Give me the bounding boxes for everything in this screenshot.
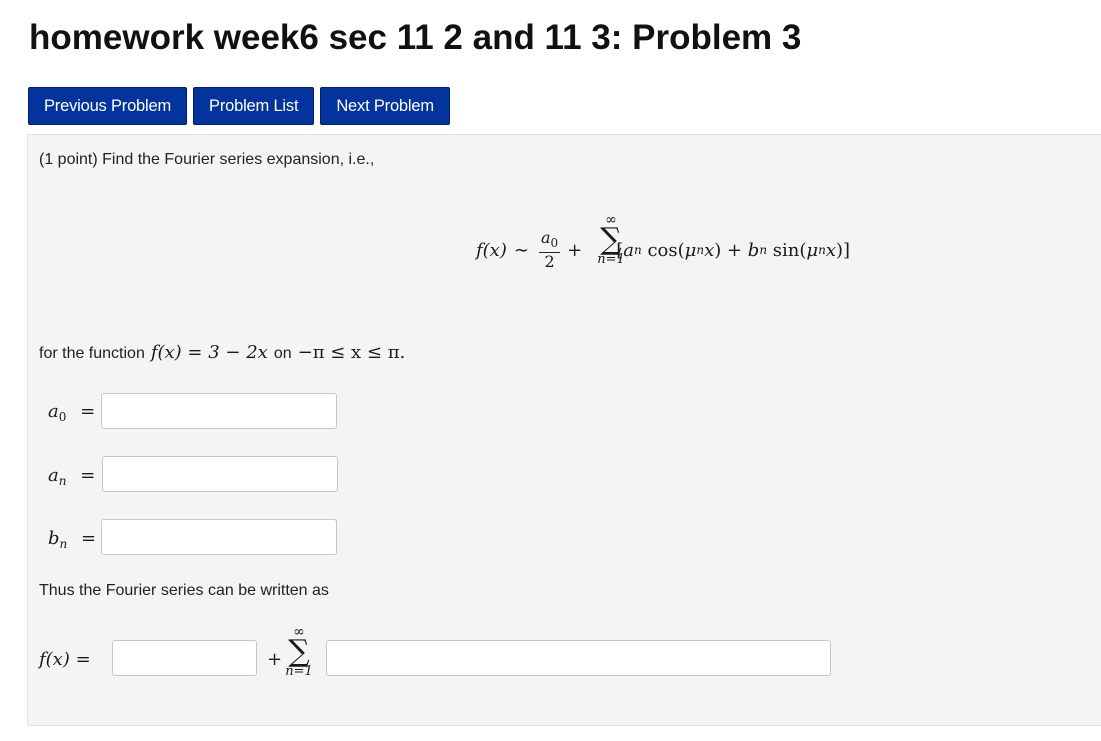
an-sub: n <box>58 474 67 488</box>
thus-text: Thus the Fourier series can be written a… <box>39 582 329 599</box>
a0-symbol: a <box>48 401 59 422</box>
a0-equals: = <box>80 401 96 422</box>
series-plus: + <box>267 649 283 670</box>
frac-numerator-sub: 0 <box>550 236 559 250</box>
bn-equals: = <box>81 528 97 549</box>
bn-input[interactable] <box>101 519 337 555</box>
a0-sub: 0 <box>58 410 67 424</box>
frac-denominator: 2 <box>544 252 555 271</box>
function-statement: for the function f(x) = 3 − 2x on −π ≤ x… <box>39 342 405 363</box>
formula-cos: cos( <box>641 239 685 261</box>
series-term-input[interactable] <box>326 640 831 676</box>
an-equals: = <box>80 465 96 486</box>
an-symbol: a <box>48 465 59 486</box>
frac-numerator: a <box>540 228 551 247</box>
series-lhs-text: f(x) = <box>39 649 91 670</box>
next-problem-button[interactable]: Next Problem <box>320 87 450 125</box>
bn-sub: n <box>59 537 68 551</box>
series-lhs: f(x) = <box>39 649 91 670</box>
a0-label: a0 = <box>48 401 95 424</box>
sum-lower-limit: n=1 <box>597 252 625 267</box>
formula-b-n-sub: n <box>759 243 768 257</box>
page-title: homework week6 sec 11 2 and 11 3: Proble… <box>29 18 802 57</box>
series-summation: ∞ ∑ n=1 <box>284 625 314 679</box>
formula-lhs: f(x) <box>476 239 507 261</box>
series-constant-input[interactable] <box>112 640 257 676</box>
formula-a-n-sub: n <box>634 243 642 257</box>
formula-close-plus: ) + <box>714 239 748 261</box>
function-domain: −π ≤ x ≤ π. <box>297 342 406 363</box>
formula-bracket-close: )] <box>836 239 851 261</box>
function-expression: f(x) = 3 − 2x <box>150 342 268 363</box>
problem-intro: (1 point) Find the Fourier series expans… <box>39 151 375 168</box>
problem-list-button[interactable]: Problem List <box>193 87 315 125</box>
formula-mu-sub-2: n <box>818 243 826 257</box>
function-prefix: for the function <box>39 345 145 362</box>
previous-problem-button[interactable]: Previous Problem <box>28 87 188 125</box>
a0-input[interactable] <box>101 393 337 429</box>
formula-summation: ∞ ∑ n=1 <box>596 213 626 267</box>
series-sum-lower: n=1 <box>285 664 313 679</box>
problem-body: (1 point) Find the Fourier series expans… <box>27 134 1101 726</box>
formula-mu-1: μ <box>684 239 697 261</box>
fourier-series-formula: f(x) ∼ a0 2 + [ an cos( μnx ) + bn sin( … <box>476 228 851 271</box>
an-input[interactable] <box>102 456 338 492</box>
an-label: an = <box>48 465 95 488</box>
formula-mu-2: μ <box>806 239 819 261</box>
formula-fraction: a0 2 <box>538 228 561 271</box>
sum-symbol: ∑ <box>600 222 622 257</box>
bn-label: bn = <box>48 528 96 551</box>
formula-mu-sub-1: n <box>696 243 705 257</box>
bn-symbol: b <box>48 528 60 549</box>
formula-sin: sin( <box>767 239 807 261</box>
function-on: on <box>273 345 292 362</box>
formula-x-2: x <box>825 239 836 261</box>
formula-plus: + <box>567 239 583 261</box>
formula-sim: ∼ <box>513 239 529 261</box>
formula-x-1: x <box>704 239 715 261</box>
series-sum-symbol: ∑ <box>288 634 310 669</box>
problem-navigation: Previous Problem Problem List Next Probl… <box>28 87 450 125</box>
formula-b-n: b <box>747 239 760 261</box>
